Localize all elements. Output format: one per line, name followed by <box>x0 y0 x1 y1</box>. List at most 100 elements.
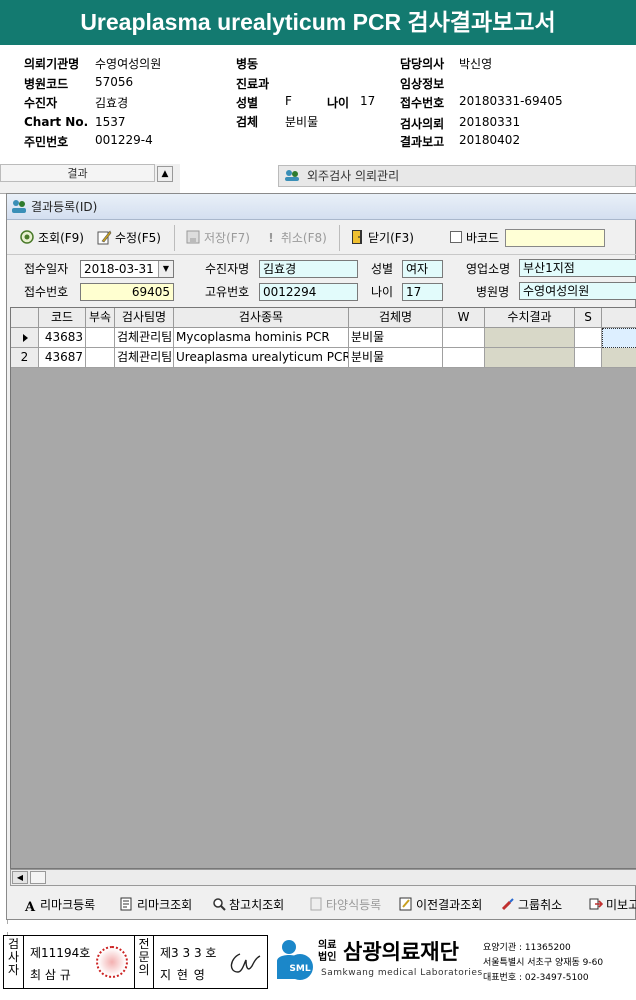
hospital-label: 병원명 <box>476 285 510 299</box>
sex-label: 성별 <box>371 262 394 276</box>
column-header[interactable]: 검사종목 <box>174 308 349 328</box>
patient-name-label: 수진자명 <box>205 262 250 276</box>
toolbar-separator <box>174 225 175 251</box>
door-icon <box>352 230 362 244</box>
sex-field[interactable]: 여자 <box>402 260 443 278</box>
unreported-button[interactable]: 미보고 <box>589 895 636 915</box>
barcode-input[interactable] <box>505 229 605 247</box>
table-cell[interactable]: 검체관리팀 <box>115 348 174 368</box>
exit-arrow-icon <box>589 898 603 910</box>
barcode-checkbox[interactable] <box>450 231 462 243</box>
table-cell[interactable]: 43687 <box>39 348 86 368</box>
background-left-label: 결과 <box>0 164 155 182</box>
edit-button[interactable]: 수정(F5) <box>96 227 161 249</box>
chevron-down-icon[interactable]: ▼ <box>158 261 173 277</box>
previous-result-button[interactable]: 이전결과조회 <box>399 895 482 915</box>
signature-scribble <box>230 953 261 973</box>
toolbar-separator <box>339 225 340 251</box>
column-header[interactable]: 검사팀명 <box>115 308 174 328</box>
foundation-name: 삼광의료재단 <box>343 940 459 964</box>
foundation-english-name: Samkwang medical Laboratories <box>321 968 483 978</box>
reference-view-button[interactable]: 참고치조회 <box>212 895 284 915</box>
receipt-no-field[interactable]: 69405 <box>80 283 174 301</box>
footer-separator <box>0 924 636 932</box>
result-grid: 코드 부속 검사팀명 검사종목 검체명 W 수치결과 S 43683 검체관리팀… <box>10 307 636 869</box>
table-cell[interactable] <box>575 328 602 348</box>
age-field[interactable]: 17 <box>402 283 443 301</box>
patient-name-field[interactable]: 김효경 <box>259 260 358 278</box>
close-button[interactable]: 닫기(F3) <box>349 227 414 249</box>
row-indicator[interactable] <box>11 328 39 348</box>
specialist-number: 제3 3 3 호 <box>160 946 217 960</box>
report-title: Ureaplasma urealyticum PCR 검사결과보고서 <box>0 0 636 45</box>
institution-value: 수영여성의원 <box>95 57 162 71</box>
horizontal-scrollbar[interactable]: ◀ <box>10 869 636 886</box>
hospital-field[interactable]: 수영여성의원 <box>519 282 636 300</box>
value-input-cell[interactable] <box>485 328 575 348</box>
request-label: 검사의뢰 <box>400 117 445 131</box>
remark-register-button[interactable]: A 리마크등록 <box>25 895 95 915</box>
table-cell[interactable] <box>443 348 485 368</box>
column-header[interactable]: S <box>575 308 602 328</box>
specialist-label: 전문의 <box>134 936 154 988</box>
result-value: 20180402 <box>459 133 521 147</box>
checker-label: 검사자 <box>4 936 24 988</box>
column-header[interactable]: 검체명 <box>349 308 443 328</box>
receipt-date-select[interactable]: 2018-03-31 ▼ <box>80 260 174 278</box>
column-header[interactable]: 수치결과 <box>485 308 575 328</box>
chart-value: 1537 <box>95 115 126 129</box>
result-label: 결과보고 <box>400 135 445 149</box>
branch-field[interactable]: 부산1지점 <box>519 259 636 277</box>
save-button[interactable]: 저장(F7) <box>185 227 250 249</box>
receipt-no-label: 접수번호 <box>24 285 69 299</box>
multi-format-register-button[interactable]: 타양식등록 <box>309 895 381 915</box>
toolbar: 조회(F9) 수정(F5) 저장(F7) ! 취소(F8) 닫기(F3) 바코드 <box>7 221 636 255</box>
table-cell[interactable]: 검체관리팀 <box>115 328 174 348</box>
background-scroll-up-button[interactable]: ▲ <box>157 166 173 182</box>
table-cell[interactable]: 분비물 <box>349 328 443 348</box>
seal-stamp <box>96 946 128 978</box>
column-header <box>602 308 636 328</box>
value-input-cell[interactable] <box>485 348 575 368</box>
search-button[interactable]: 조회(F9) <box>19 227 84 249</box>
specialist-name: 지 현 영 <box>160 968 206 982</box>
remark-view-button[interactable]: 리마크조회 <box>120 895 192 915</box>
outside-request-title[interactable]: 외주검사 의뢰관리 <box>278 165 636 187</box>
group-cancel-button[interactable]: 그룹취소 <box>501 895 562 915</box>
scroll-left-icon[interactable]: ◀ <box>12 871 28 884</box>
save-icon <box>186 230 200 244</box>
age-label: 나이 <box>371 285 394 299</box>
table-cell[interactable] <box>602 348 636 368</box>
resident-value: 001229-4 <box>95 133 153 147</box>
font-a-icon: A <box>25 900 36 915</box>
cancel-button[interactable]: ! 취소(F8) <box>265 227 327 249</box>
unique-no-field[interactable]: 0012294 <box>259 283 358 301</box>
table-cell[interactable]: 분비물 <box>349 348 443 368</box>
column-header[interactable]: W <box>443 308 485 328</box>
doctor-value: 박신영 <box>459 57 493 71</box>
table-cell[interactable] <box>575 348 602 368</box>
column-header[interactable]: 코드 <box>39 308 86 328</box>
checker-name: 최 삼 규 <box>30 968 71 982</box>
request-value: 20180331 <box>459 115 521 129</box>
scroll-thumb[interactable] <box>30 871 46 884</box>
table-cell[interactable] <box>86 348 115 368</box>
signature-box: 검사자 제11194호 최 삼 규 전문의 제3 3 3 호 지 현 영 <box>3 935 268 989</box>
table-cell[interactable] <box>86 328 115 348</box>
resident-label: 주민번호 <box>24 135 69 149</box>
table-cell[interactable] <box>443 328 485 348</box>
table-cell[interactable] <box>602 328 636 348</box>
patient-value: 김효경 <box>95 96 129 110</box>
row-indicator[interactable]: 2 <box>11 348 39 368</box>
table-cell[interactable]: Mycoplasma hominis PCR <box>174 328 349 348</box>
edit-icon <box>97 230 112 245</box>
unique-no-label: 고유번호 <box>205 285 250 299</box>
column-header[interactable]: 부속 <box>86 308 115 328</box>
sml-logo-text: SML <box>289 964 310 974</box>
sex-value: F <box>285 94 292 108</box>
table-cell[interactable]: Ureaplasma urealyticum PCR <box>174 348 349 368</box>
dialog-title: 결과등록(ID) <box>7 194 636 220</box>
table-cell[interactable]: 43683 <box>39 328 86 348</box>
receipt-date-label: 접수일자 <box>24 262 69 276</box>
patient-form: 접수일자 2018-03-31 ▼ 수진자명 김효경 성별 여자 영업소명 부산… <box>7 256 636 306</box>
